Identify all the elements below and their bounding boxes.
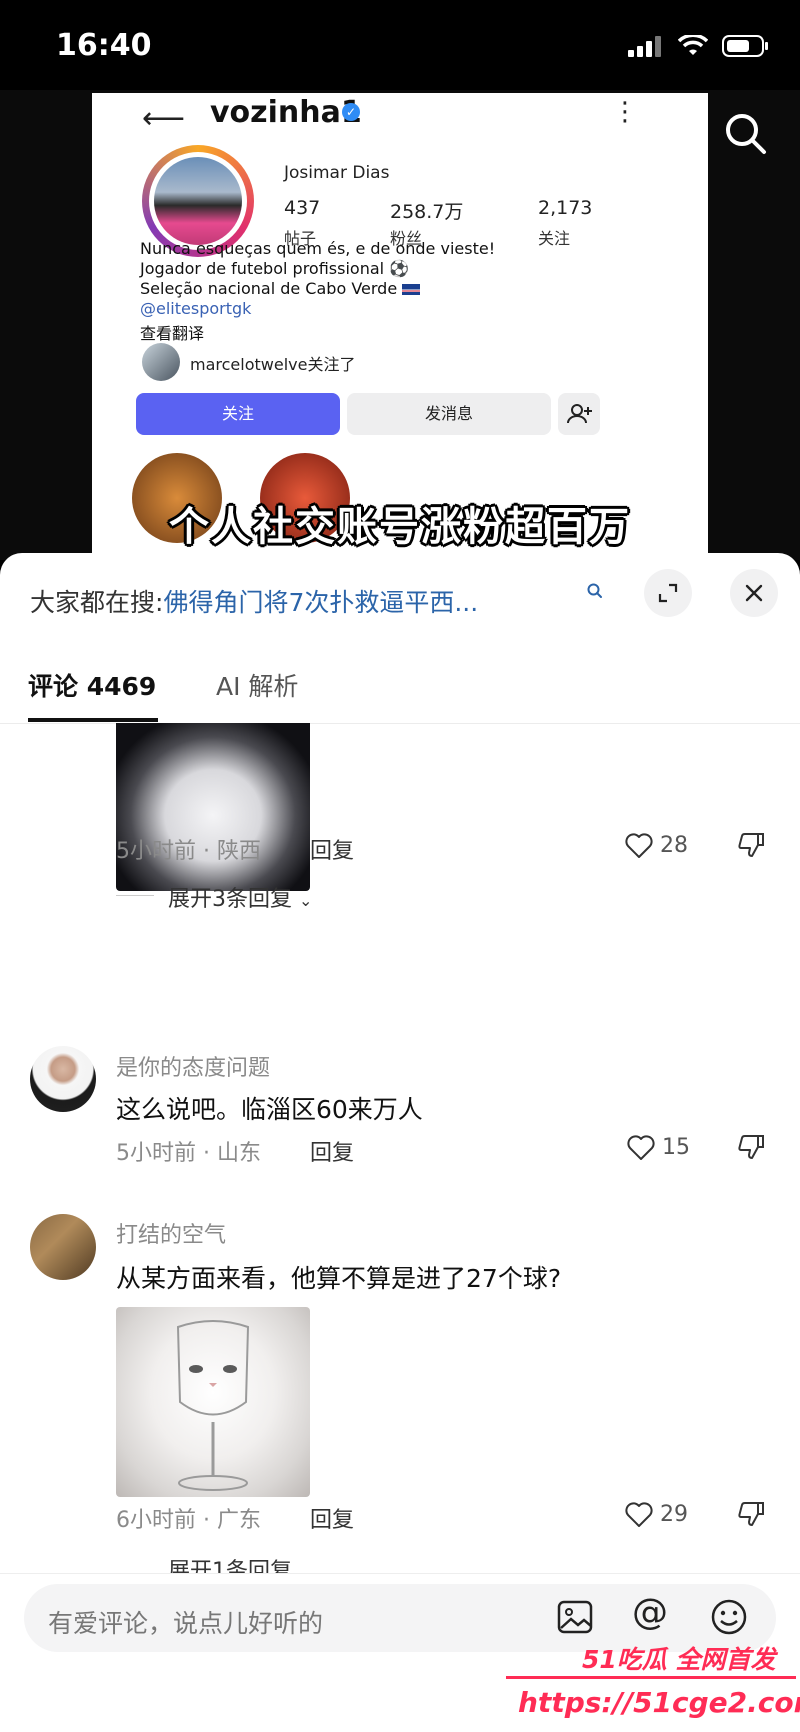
bio-link: @elitesportgk bbox=[140, 299, 252, 318]
comment-time-location: 5小时前 · 陕西 bbox=[116, 839, 261, 864]
dislike-icon[interactable] bbox=[736, 1500, 766, 1532]
following-label: 关注 bbox=[538, 229, 571, 248]
comment-text: 从某方面来看，他算不算是进了27个球? bbox=[116, 1264, 562, 1293]
bio-line-3: Seleção nacional de Cabo Verde bbox=[140, 279, 421, 298]
status-icons bbox=[628, 34, 770, 58]
profile-avatar bbox=[154, 157, 242, 245]
tab-comments[interactable]: 评论 4469 bbox=[28, 667, 156, 703]
tab-ai-analysis[interactable]: AI 解析 bbox=[216, 667, 298, 703]
heart-icon bbox=[625, 833, 653, 858]
profile-display-name: Josimar Dias bbox=[284, 163, 390, 183]
comment-text: 这么说吧。临淄区60来万人 bbox=[116, 1095, 423, 1124]
comment-input-placeholder: 有爱评论，说点儿好听的 bbox=[48, 1609, 324, 1638]
hot-search-query[interactable]: 佛得角门将7次扑救逼平西... bbox=[163, 588, 478, 617]
expand-replies[interactable]: 展开3条回复 ⌄ bbox=[168, 881, 312, 913]
add-person-icon bbox=[558, 393, 600, 435]
comments-panel: 大家都在搜:佛得角门将7次扑救逼平西... 评论 4469 AI 解析 5小时前… bbox=[0, 553, 800, 1731]
search-icon[interactable] bbox=[586, 581, 604, 606]
signal-icon bbox=[628, 36, 661, 57]
watermark-url: https://51cge2.com bbox=[518, 1686, 800, 1719]
mention-icon[interactable]: @ bbox=[632, 1592, 668, 1633]
expand-divider bbox=[116, 895, 154, 896]
tab-active-indicator bbox=[28, 718, 158, 722]
posts-count: 437 bbox=[284, 197, 321, 219]
followed-by-avatar bbox=[142, 343, 180, 381]
reply-button[interactable]: 回复 bbox=[310, 833, 354, 865]
image-picker-icon[interactable] bbox=[556, 1598, 594, 1640]
profile-follow-button: 关注 bbox=[136, 393, 340, 435]
bio-line-2: Jogador de futebol profissional ⚽ bbox=[140, 259, 410, 278]
profile-message-button: 发消息 bbox=[347, 393, 551, 435]
followed-by-text: marcelotwelve关注了 bbox=[190, 355, 356, 374]
like-button[interactable] bbox=[624, 831, 654, 863]
like-button[interactable] bbox=[624, 1500, 654, 1532]
close-icon[interactable] bbox=[730, 569, 778, 617]
video-caption: 个人社交账号涨粉超百万 bbox=[169, 504, 631, 550]
comment-time-location: 6小时前 · 广东 bbox=[116, 1508, 261, 1533]
emoji-icon[interactable] bbox=[710, 1598, 748, 1640]
cape-verde-flag-icon bbox=[402, 284, 421, 295]
expand-icon[interactable] bbox=[644, 569, 692, 617]
avatar[interactable] bbox=[30, 1046, 96, 1112]
hot-search-bar[interactable]: 大家都在搜:佛得角门将7次扑救逼平西... bbox=[30, 583, 478, 619]
watermark-brand: 51吃瓜 全网首发 bbox=[582, 1645, 776, 1674]
wifi-icon bbox=[678, 35, 708, 55]
followers-count: 258.7万 bbox=[390, 201, 464, 223]
hot-search-prefix: 大家都在搜: bbox=[30, 588, 164, 617]
comment-image-meme[interactable] bbox=[116, 723, 310, 891]
dislike-icon[interactable] bbox=[736, 1133, 766, 1165]
dislike-icon[interactable] bbox=[736, 831, 766, 863]
back-arrow-icon: ⟵ bbox=[142, 101, 186, 136]
comment-image-cat[interactable] bbox=[116, 1307, 310, 1497]
comment-username[interactable]: 打结的空气 bbox=[116, 1217, 226, 1249]
search-icon[interactable] bbox=[722, 110, 770, 158]
profile-username: vozinha1 bbox=[210, 95, 362, 130]
translate-link: 查看翻译 bbox=[140, 324, 205, 343]
video-frame-profile-screenshot: ⟵ vozinha1 ✓ ⋮ Josimar Dias 437 帖子 258.7… bbox=[92, 93, 708, 563]
reply-button[interactable]: 回复 bbox=[310, 1502, 354, 1534]
avatar[interactable] bbox=[30, 1214, 96, 1280]
like-count: 15 bbox=[662, 1135, 690, 1160]
battery-icon bbox=[722, 35, 768, 57]
like-count: 28 bbox=[660, 833, 688, 858]
reply-button[interactable]: 回复 bbox=[310, 1135, 354, 1167]
heart-icon bbox=[625, 1502, 653, 1527]
watermark-underline bbox=[506, 1676, 796, 1679]
like-count: 29 bbox=[660, 1502, 688, 1527]
verified-badge-icon: ✓ bbox=[342, 103, 360, 121]
chevron-down-icon: ⌄ bbox=[299, 891, 313, 910]
more-menu-icon: ⋮ bbox=[612, 97, 638, 127]
following-count: 2,173 bbox=[538, 197, 593, 219]
status-time: 16:40 bbox=[56, 28, 152, 63]
comment-time-location: 5小时前 · 山东 bbox=[116, 1141, 261, 1166]
heart-icon bbox=[627, 1135, 655, 1160]
bio-line-1: Nunca esqueças quem és, e de onde vieste… bbox=[140, 239, 496, 258]
comment-username[interactable]: 是你的态度问题 bbox=[116, 1050, 270, 1082]
like-button[interactable] bbox=[626, 1133, 656, 1165]
